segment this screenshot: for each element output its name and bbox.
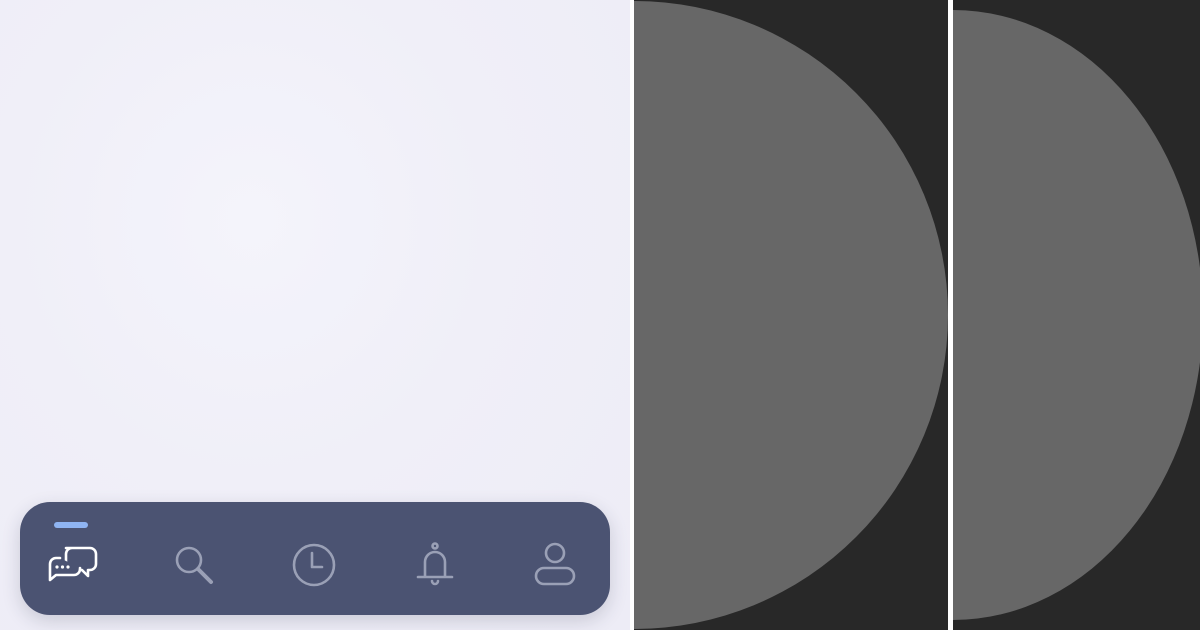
dark-panel-left	[634, 0, 948, 630]
tab-search[interactable]: Search	[167, 538, 221, 592]
active-tab-indicator	[54, 522, 88, 528]
tab-history[interactable]: History	[287, 538, 341, 592]
search-icon	[175, 546, 213, 584]
chat-bubbles-icon	[48, 546, 98, 581]
screenshot-collage: Chats Search History	[0, 0, 1200, 630]
half-circle-shape	[953, 10, 1200, 620]
app-screen: Chats Search History	[0, 0, 630, 630]
tab-profile[interactable]: Profile	[528, 538, 582, 592]
half-circle-shape	[634, 1, 948, 629]
dark-panel-right	[953, 0, 1200, 630]
clock-icon	[292, 543, 336, 586]
user-icon	[534, 542, 576, 585]
bell-icon	[416, 541, 453, 585]
tab-chats[interactable]: Chats	[46, 538, 100, 592]
bottom-tab-bar: Chats Search History	[20, 502, 610, 615]
tab-notifications[interactable]: Notifications	[408, 538, 462, 592]
